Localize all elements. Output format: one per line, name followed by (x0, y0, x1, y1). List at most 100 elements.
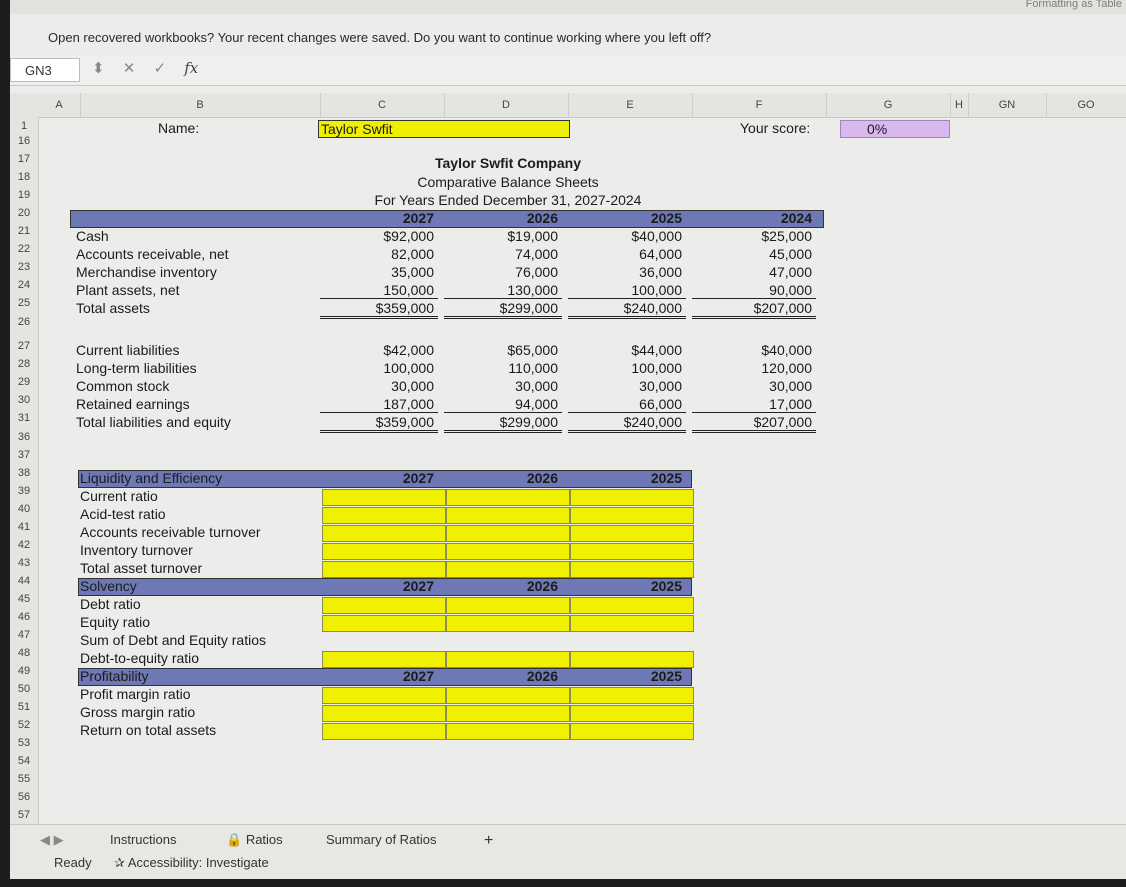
row-number[interactable]: 17 (10, 153, 38, 165)
solvency-answer-cell[interactable] (570, 651, 694, 668)
liquidity-answer-cell[interactable] (322, 489, 446, 506)
row-number[interactable]: 36 (10, 431, 38, 443)
solvency-answer-cell[interactable] (322, 633, 446, 650)
row-number[interactable]: 57 (10, 809, 38, 821)
liquidity-answer-cell[interactable] (570, 561, 694, 578)
row-number[interactable]: 51 (10, 701, 38, 713)
row-number[interactable]: 50 (10, 683, 38, 695)
row-number[interactable]: 40 (10, 503, 38, 515)
solvency-answer-cell[interactable] (570, 615, 694, 632)
row-number[interactable]: 26 (10, 316, 38, 328)
row-number[interactable]: 28 (10, 358, 38, 370)
profitability-answer-cell[interactable] (570, 687, 694, 704)
column-header-e[interactable]: E (568, 93, 693, 117)
column-header-b[interactable]: B (80, 93, 321, 117)
row-number[interactable]: 49 (10, 665, 38, 677)
row-number[interactable]: 54 (10, 755, 38, 767)
recovery-banner: Open recovered workbooks? Your recent ch… (48, 30, 712, 45)
liquidity-answer-cell[interactable] (570, 543, 694, 560)
format-as-table-label[interactable]: Formatting as Table (1026, 0, 1122, 10)
column-header-gn[interactable]: GN (968, 93, 1047, 117)
add-sheet-button[interactable]: + (484, 832, 493, 850)
row-number[interactable]: 48 (10, 647, 38, 659)
column-header-c[interactable]: C (320, 93, 445, 117)
row-number[interactable]: 42 (10, 539, 38, 551)
row-number[interactable]: 56 (10, 791, 38, 803)
liquidity-answer-cell[interactable] (446, 543, 570, 560)
row-number[interactable]: 45 (10, 593, 38, 605)
row-number[interactable]: 21 (10, 225, 38, 237)
row-number[interactable]: 27 (10, 340, 38, 352)
row-number[interactable]: 39 (10, 485, 38, 497)
profitability-answer-cell[interactable] (446, 705, 570, 722)
row-number[interactable]: 46 (10, 611, 38, 623)
name-box[interactable]: GN3 (10, 58, 80, 82)
accessibility-status[interactable]: ✰ Accessibility: Investigate (114, 855, 269, 871)
column-header-g[interactable]: G (826, 93, 951, 117)
row-number[interactable]: 31 (10, 412, 38, 424)
liquidity-answer-cell[interactable] (446, 507, 570, 524)
column-header-go[interactable]: GO (1046, 93, 1126, 117)
solvency-answer-cell[interactable] (446, 651, 570, 668)
row-number[interactable]: 22 (10, 243, 38, 255)
column-header-a[interactable]: A (38, 93, 81, 117)
row-number[interactable]: 38 (10, 467, 38, 479)
solvency-answer-cell[interactable] (570, 597, 694, 614)
solvency-answer-cell[interactable] (570, 633, 694, 650)
profitability-answer-cell[interactable] (322, 687, 446, 704)
tab-instructions[interactable]: Instructions (110, 832, 176, 847)
row-number[interactable]: 25 (10, 297, 38, 309)
liquidity-answer-cell[interactable] (322, 507, 446, 524)
function-icon[interactable]: fx (184, 59, 198, 77)
liquidity-answer-cell[interactable] (446, 561, 570, 578)
profitability-answer-cell[interactable] (446, 687, 570, 704)
solvency-answer-cell[interactable] (322, 597, 446, 614)
row-number[interactable]: 37 (10, 449, 38, 461)
liquidity-answer-cell[interactable] (446, 489, 570, 506)
row-number[interactable]: 18 (10, 171, 38, 183)
row-number[interactable]: 19 (10, 189, 38, 201)
column-header-d[interactable]: D (444, 93, 569, 117)
solvency-answer-cell[interactable] (446, 633, 570, 650)
profitability-answer-cell[interactable] (322, 723, 446, 740)
liquidity-answer-cell[interactable] (570, 525, 694, 542)
profitability-answer-cell[interactable] (446, 723, 570, 740)
row-number[interactable]: 23 (10, 261, 38, 273)
tab-summary-of-ratios[interactable]: Summary of Ratios (326, 832, 437, 847)
confirm-icon[interactable]: ✓ (154, 60, 167, 77)
liquidity-answer-cell[interactable] (446, 525, 570, 542)
row-number[interactable]: 1 (10, 120, 38, 132)
solvency-answer-cell[interactable] (446, 615, 570, 632)
row-number[interactable]: 30 (10, 394, 38, 406)
liquidity-answer-cell[interactable] (322, 543, 446, 560)
liquidity-answer-cell[interactable] (570, 489, 694, 506)
liquidity-answer-cell[interactable] (322, 561, 446, 578)
row-number[interactable]: 41 (10, 521, 38, 533)
row-number[interactable]: 44 (10, 575, 38, 587)
liquidity-answer-cell[interactable] (322, 525, 446, 542)
profitability-answer-cell[interactable] (570, 705, 694, 722)
stepper-icon[interactable]: ⬍ (92, 60, 105, 77)
row-number[interactable]: 29 (10, 376, 38, 388)
solvency-answer-cell[interactable] (322, 615, 446, 632)
row-number[interactable]: 55 (10, 773, 38, 785)
profitability-answer-cell[interactable] (322, 705, 446, 722)
column-header-h[interactable]: H (950, 93, 969, 117)
liquidity-answer-cell[interactable] (570, 507, 694, 524)
tab-ratios[interactable]: 🔒 Ratios (226, 832, 283, 848)
row-number[interactable]: 53 (10, 737, 38, 749)
row-number[interactable]: 43 (10, 557, 38, 569)
row-number[interactable]: 24 (10, 279, 38, 291)
row-number[interactable]: 20 (10, 207, 38, 219)
score-value-cell[interactable]: 0% (840, 120, 950, 138)
row-number[interactable]: 52 (10, 719, 38, 731)
row-number[interactable]: 16 (10, 135, 38, 147)
solvency-answer-cell[interactable] (446, 597, 570, 614)
profitability-answer-cell[interactable] (570, 723, 694, 740)
name-value-cell[interactable]: Taylor Swfit (318, 120, 570, 138)
cancel-icon[interactable]: ✕ (123, 60, 136, 77)
sheet-nav-arrows[interactable]: ◀ ▶ (40, 832, 64, 848)
column-header-f[interactable]: F (692, 93, 827, 117)
solvency-answer-cell[interactable] (322, 651, 446, 668)
row-number[interactable]: 47 (10, 629, 38, 641)
